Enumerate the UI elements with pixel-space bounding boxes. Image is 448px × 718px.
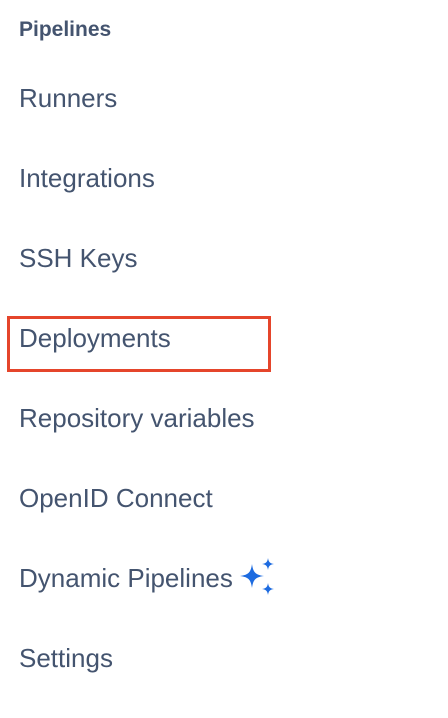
nav-item-runners[interactable]: Runners [19, 78, 117, 118]
nav-item-settings[interactable]: Settings [19, 638, 113, 678]
nav-item-label: Runners [19, 83, 118, 113]
nav-item-label: Deployments [19, 323, 171, 353]
nav-item-label: Dynamic Pipelines [19, 563, 233, 593]
nav-item-dynamic-pipelines[interactable]: Dynamic Pipelines [19, 558, 278, 598]
nav-item-repository-variables[interactable]: Repository variables [19, 398, 255, 438]
pipelines-nav-list: Runners Integrations SSH Keys Deployment… [0, 0, 448, 718]
nav-item-integrations[interactable]: Integrations [19, 158, 155, 198]
nav-item-openid-connect[interactable]: OpenID Connect [19, 478, 213, 518]
ai-sparkle-icon [236, 556, 278, 598]
nav-item-label: Integrations [19, 163, 155, 193]
nav-item-deployments[interactable]: Deployments [19, 318, 171, 358]
nav-item-label: OpenID Connect [19, 483, 213, 513]
nav-item-ssh-keys[interactable]: SSH Keys [19, 238, 138, 278]
nav-item-label: SSH Keys [19, 243, 138, 273]
nav-item-label: Settings [19, 643, 113, 673]
nav-item-label: Repository variables [19, 403, 255, 433]
